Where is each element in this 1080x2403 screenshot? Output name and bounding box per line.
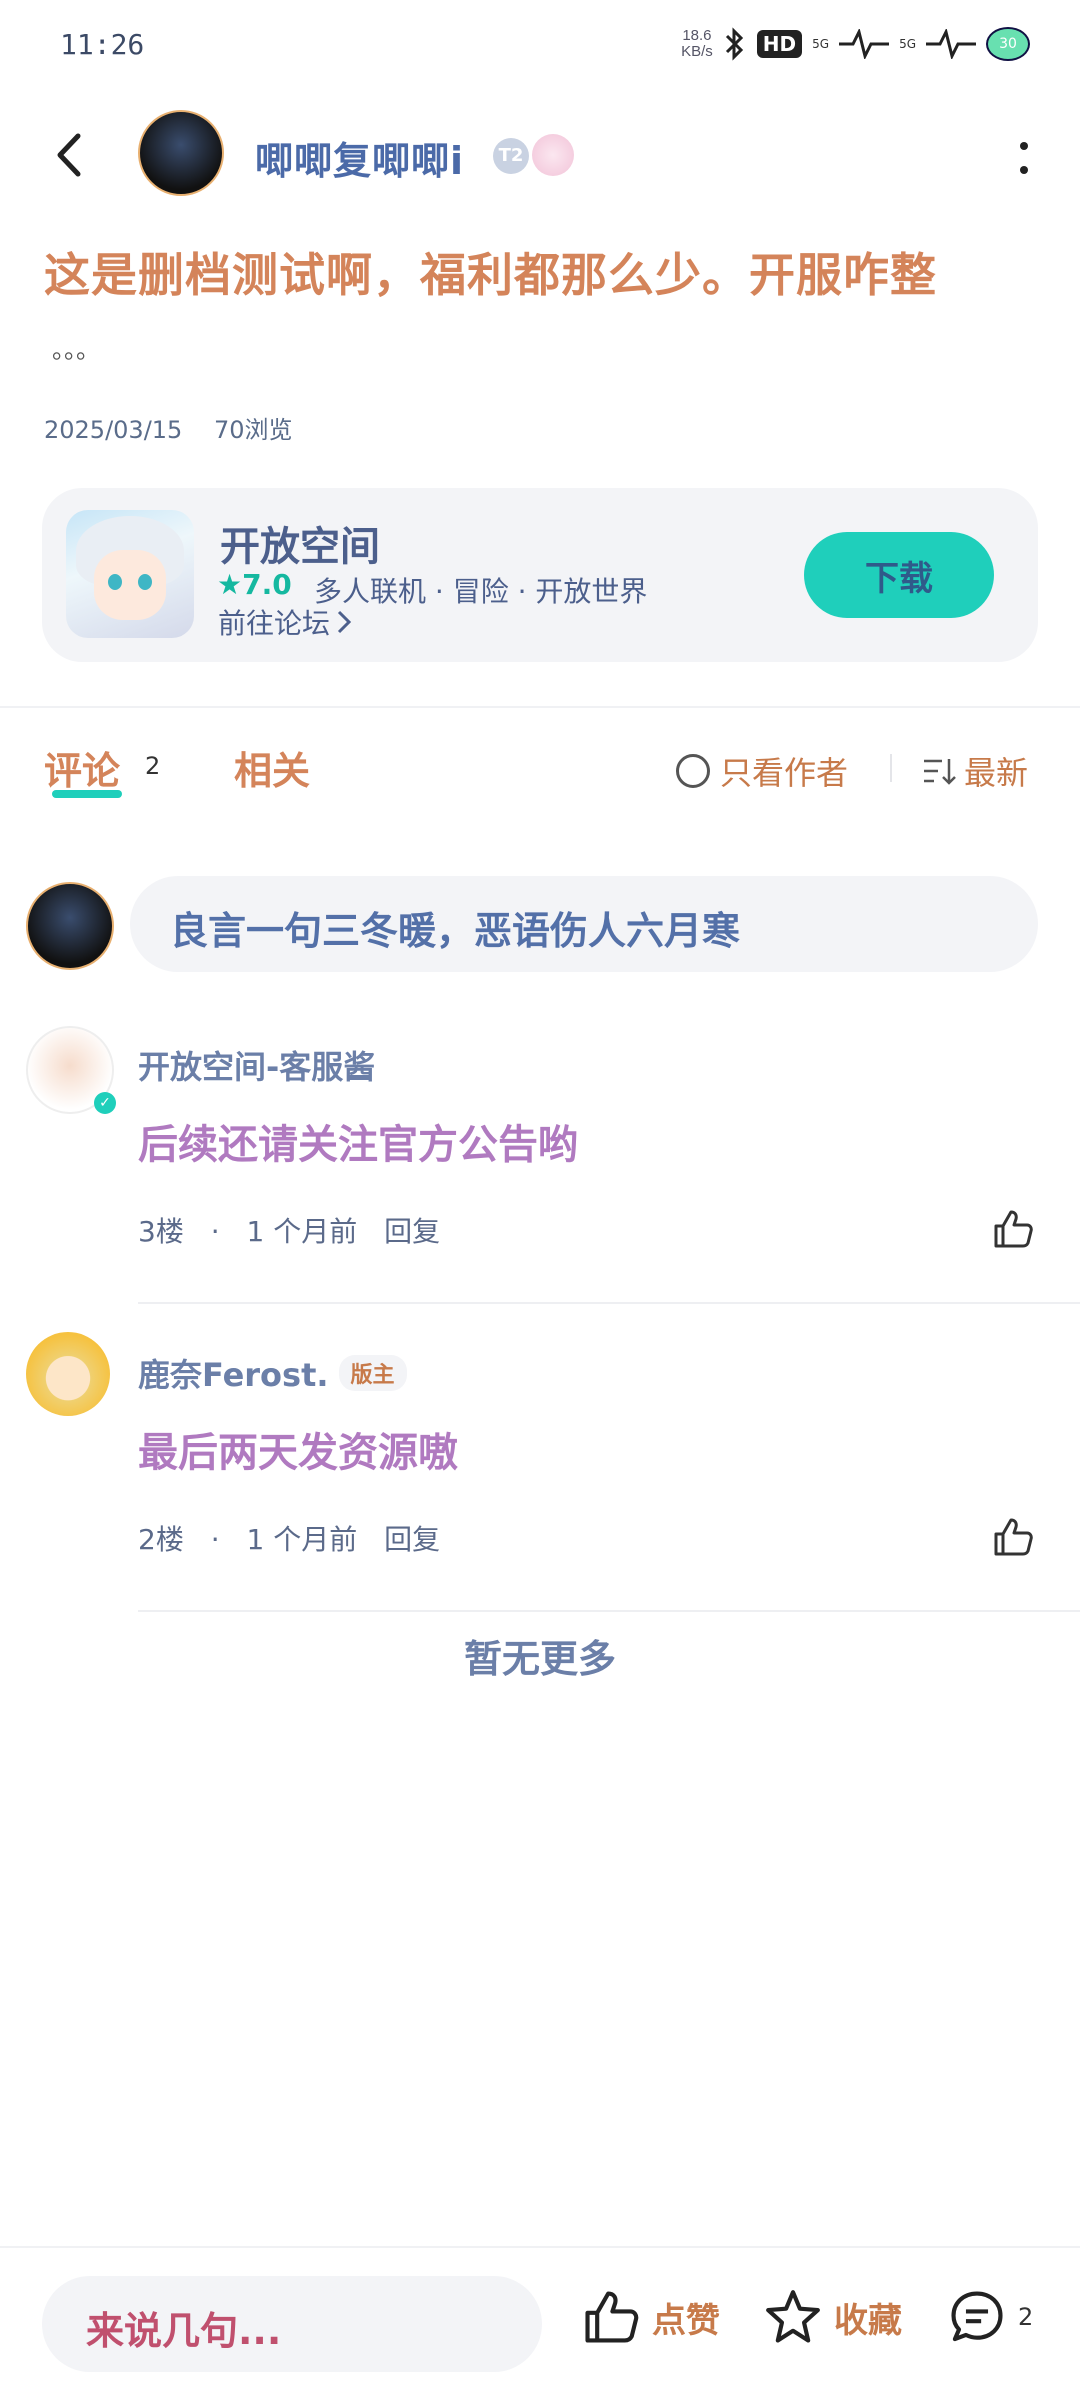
- comment-input-placeholder: 良言一句三冬暖，恶语伤人六月寒: [170, 909, 741, 953]
- moderator-badge: 版主: [338, 1355, 407, 1391]
- signal-5g-label: 5G: [812, 37, 830, 51]
- favorite-label: 收藏: [834, 2300, 902, 2341]
- author-avatar[interactable]: [138, 110, 224, 196]
- bottom-bar: 来说几句... 点赞 收藏 2: [0, 2246, 1080, 2403]
- forum-rating: ★7.0: [217, 568, 292, 601]
- bluetooth-icon: [725, 27, 743, 61]
- comment-dot: ·: [210, 1523, 220, 1556]
- like-icon[interactable]: [992, 1208, 1034, 1250]
- comment-tabs: 评论 2 相关 只看作者 最新: [0, 740, 1080, 810]
- level-badge: T2: [493, 138, 529, 174]
- commenter-avatar[interactable]: [26, 1332, 110, 1416]
- tab-comments[interactable]: 评论: [44, 740, 120, 795]
- like-icon[interactable]: [992, 1516, 1034, 1558]
- post-title: 这是删档测试啊，福利都那么少。开服咋整: [44, 248, 937, 302]
- signal-icon: [839, 29, 890, 59]
- status-time: 11:26: [60, 28, 145, 61]
- author-name[interactable]: 唧唧复唧唧i: [255, 130, 464, 185]
- like-button[interactable]: 点赞: [582, 2288, 720, 2346]
- battery-icon: 30: [986, 27, 1030, 61]
- like-label: 点赞: [652, 2300, 720, 2341]
- active-tab-indicator: [52, 790, 122, 798]
- back-icon[interactable]: [50, 130, 90, 180]
- comment-bubble-icon: [951, 2291, 1003, 2342]
- comments-count: 2: [145, 752, 161, 780]
- comment-meta: 2楼 · 1 个月前 回复: [138, 1518, 458, 1558]
- forum-link-label: 前往论坛: [218, 607, 331, 640]
- commenter-name-row: 鹿奈Ferost. 版主: [138, 1350, 407, 1396]
- forum-link[interactable]: 前往论坛: [218, 602, 352, 642]
- comment-floor: 3楼: [138, 1215, 184, 1248]
- comment-time: 1 个月前: [246, 1523, 358, 1556]
- reply-button[interactable]: 回复: [384, 1523, 440, 1556]
- sort-label: 最新: [964, 754, 1029, 792]
- no-more-label: 暂无更多: [463, 1637, 616, 1681]
- comment-input[interactable]: 良言一句三冬暖，恶语伤人六月寒: [130, 876, 1038, 972]
- bottom-comment-input[interactable]: 来说几句...: [42, 2276, 542, 2372]
- forum-name: 开放空间: [220, 524, 380, 570]
- tab-separator: [890, 754, 892, 782]
- section-divider: [0, 706, 1080, 708]
- verified-icon: ✓: [94, 1092, 116, 1114]
- signal-5g-label-2: 5G: [899, 37, 916, 51]
- post-meta: 2025/03/15 70浏览: [44, 410, 317, 445]
- forum-tags: 多人联机 · 冒险 · 开放世界: [314, 575, 648, 608]
- signal-icon-2: [926, 29, 976, 59]
- tab-related[interactable]: 相关: [234, 740, 310, 795]
- author-only-label: 只看作者: [720, 754, 849, 792]
- post-ellipsis: 。。。: [52, 336, 100, 364]
- comment-dot: ·: [210, 1215, 220, 1248]
- more-icon[interactable]: [1018, 140, 1030, 176]
- comment-text: 最后两天发资源嗷: [138, 1430, 458, 1476]
- radio-icon: [676, 754, 710, 788]
- sort-icon: [924, 759, 956, 785]
- thumbs-up-icon: [585, 2291, 639, 2343]
- forum-app-icon: [66, 510, 194, 638]
- network-speed: 18.6 KB/s: [681, 27, 713, 60]
- reply-button[interactable]: 回复: [384, 1215, 440, 1248]
- sort-toggle[interactable]: 最新: [922, 748, 1028, 794]
- star-icon: [766, 2290, 820, 2343]
- commenter-name[interactable]: 鹿奈Ferost.: [138, 1350, 329, 1396]
- chevron-right-icon: [337, 610, 352, 634]
- comment-meta: 3楼 · 1 个月前 回复: [138, 1210, 458, 1250]
- hd-icon: HD: [756, 30, 803, 58]
- comment-divider: [138, 1302, 1080, 1304]
- forum-card[interactable]: 开放空间 ★7.0 多人联机 · 冒险 · 开放世界 前往论坛 下载: [42, 488, 1038, 662]
- comment-time: 1 个月前: [246, 1215, 358, 1248]
- post-date: 2025/03/15: [44, 416, 183, 444]
- download-button[interactable]: 下载: [804, 532, 994, 618]
- comment-floor: 2楼: [138, 1523, 184, 1556]
- comment-divider: [138, 1610, 1080, 1612]
- author-only-toggle[interactable]: 只看作者: [676, 748, 848, 794]
- bottom-input-placeholder: 来说几句...: [86, 2309, 282, 2353]
- comment-button[interactable]: 2: [948, 2288, 1033, 2346]
- post-views: 70浏览: [213, 416, 293, 444]
- decoration-badge: [532, 134, 574, 176]
- comment-text: 后续还请关注官方公告哟: [138, 1122, 578, 1168]
- comment-count: 2: [1018, 2303, 1034, 2331]
- post-header: 唧唧复唧唧i T2: [0, 100, 1080, 210]
- my-avatar: [26, 882, 114, 970]
- favorite-button[interactable]: 收藏: [764, 2288, 902, 2346]
- status-icons: 18.6 KB/s HD 5G 5G 30: [681, 26, 1030, 62]
- commenter-name[interactable]: 开放空间-客服酱: [138, 1042, 375, 1088]
- status-bar: 11:26 18.6 KB/s HD 5G 5G 30: [0, 0, 1080, 90]
